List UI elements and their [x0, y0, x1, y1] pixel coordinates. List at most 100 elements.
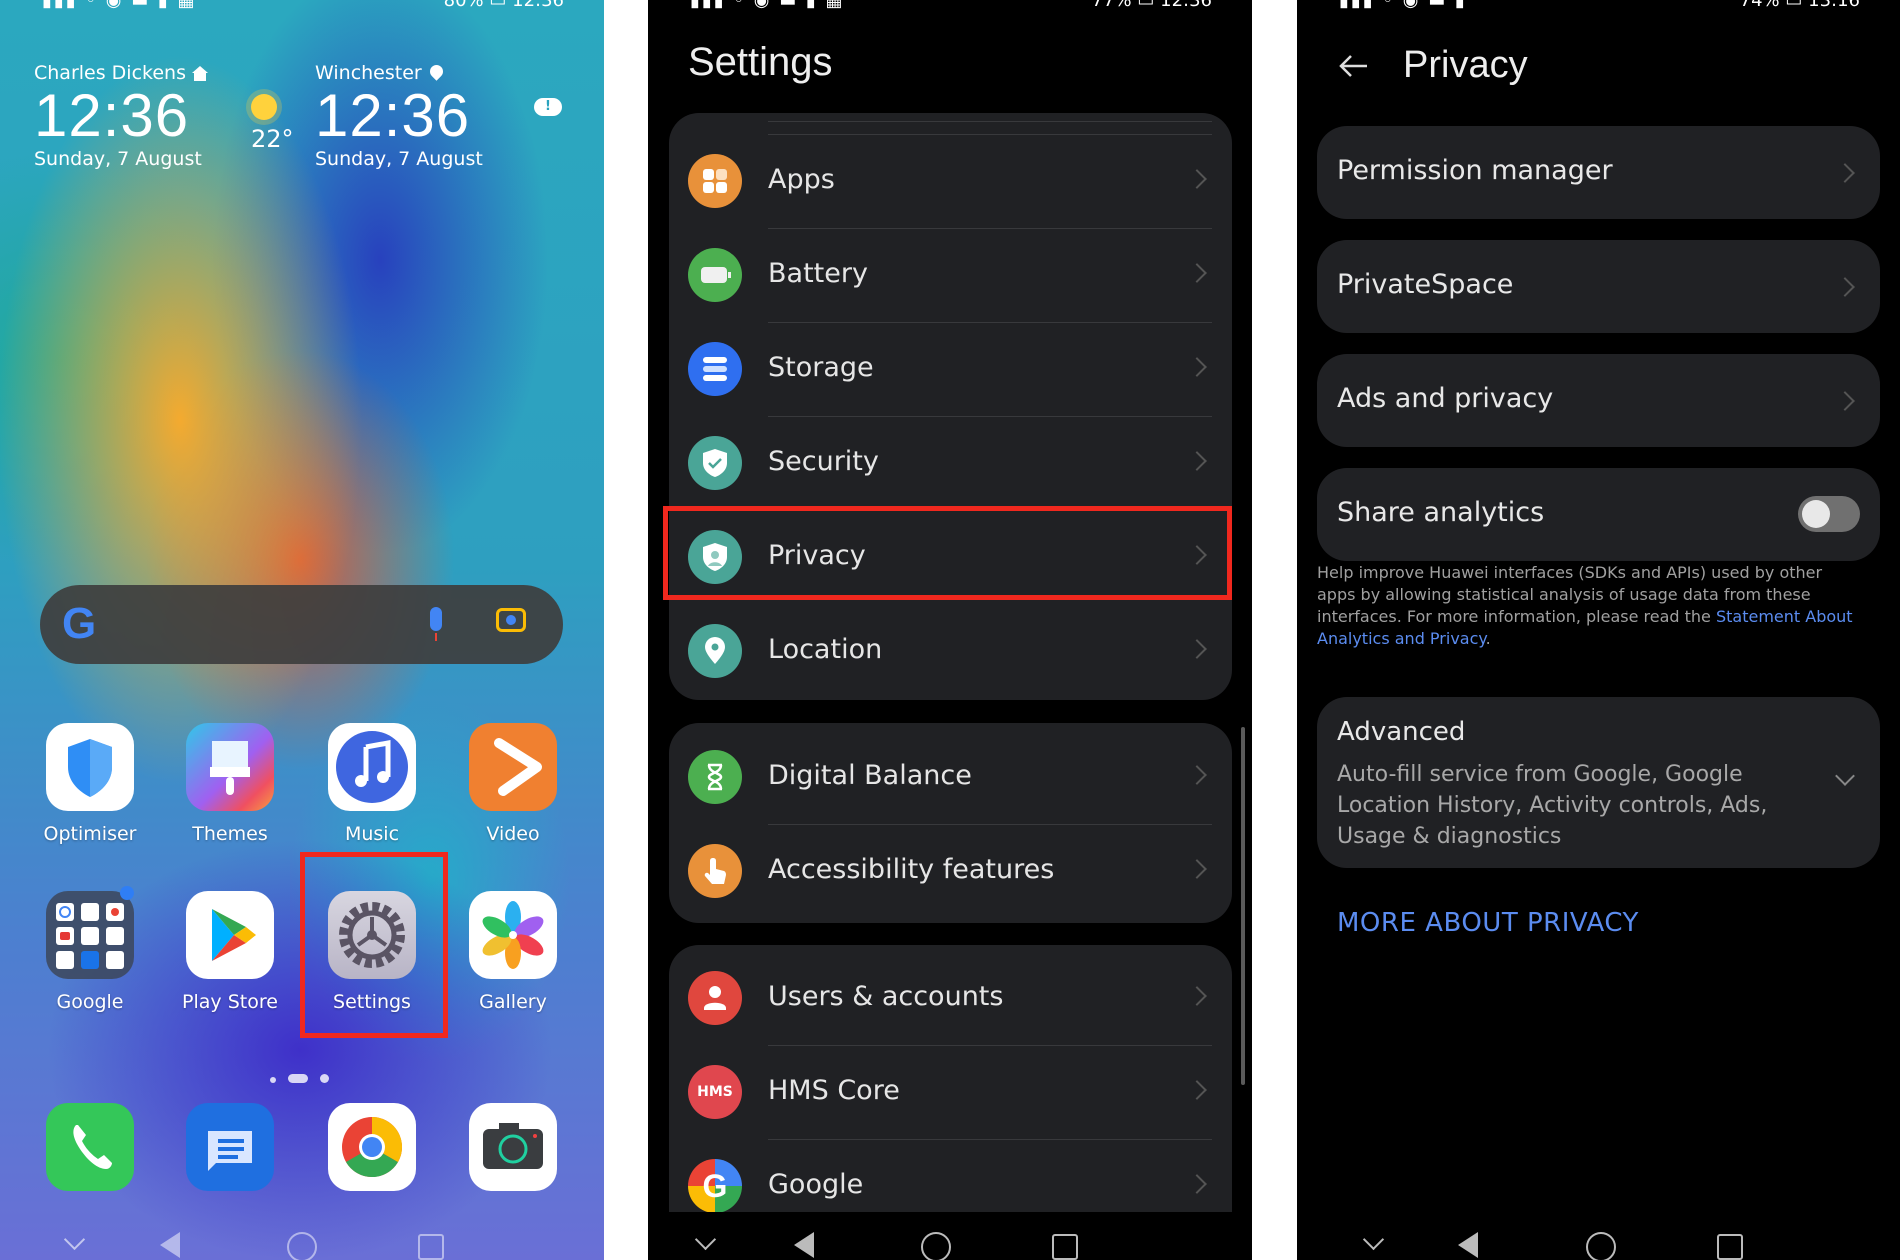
status-time: 12:36 [1160, 0, 1212, 11]
divider [768, 121, 1212, 122]
home-city-label: Charles Dickens [34, 62, 186, 84]
status-bar: ▮▮▮ ◦ ◉ ▬ ▮ ▦ 77% ▭ 12:36 [648, 0, 1252, 11]
chevron-right-icon [1187, 1080, 1207, 1100]
back-arrow-icon[interactable] [1337, 50, 1369, 82]
home-city: Charles Dickens [34, 62, 208, 84]
mic-icon[interactable] [430, 607, 442, 641]
page-dot [320, 1074, 329, 1083]
hms-icon: HMS [688, 1065, 742, 1119]
app-label: Video [486, 823, 540, 845]
item-label: Storage [768, 352, 874, 383]
app-gallery[interactable]: Gallery [453, 891, 573, 1013]
shield-check-icon [688, 436, 742, 490]
user-icon [688, 971, 742, 1025]
help-suffix: . [1485, 629, 1491, 648]
share-analytics-toggle[interactable] [1798, 496, 1860, 532]
settings-item-security[interactable]: Security [669, 416, 1232, 510]
privacy-item-privatespace[interactable]: PrivateSpace [1317, 240, 1880, 333]
status-right: 80% ▭ 12:36 [444, 0, 564, 11]
battery-icon [688, 248, 742, 302]
status-right: 74% ▭ 13:16 [1740, 0, 1860, 11]
divider [768, 322, 1212, 323]
privacy-item-ads-and-privacy[interactable]: Ads and privacy [1317, 354, 1880, 447]
privacy-item-permission-manager[interactable]: Permission manager [1317, 126, 1880, 219]
advanced-section[interactable]: Advanced Auto-fill service from Google, … [1317, 697, 1880, 868]
flower-icon [469, 891, 557, 979]
divider [768, 416, 1212, 417]
remote-date: Sunday, 7 August [315, 148, 483, 170]
chevron-right-icon [1187, 263, 1207, 283]
chevron-right-icon [1187, 639, 1207, 659]
signal-icons: ▮▮▮ ◦ ◉ ▬ ▮ ▦ [690, 0, 845, 11]
settings-item-apps[interactable]: Apps [669, 134, 1232, 228]
more-about-privacy-link[interactable]: MORE ABOUT PRIVACY [1337, 908, 1639, 938]
nav-collapse-icon[interactable] [1362, 1228, 1385, 1251]
settings-item-location[interactable]: Location [669, 604, 1232, 698]
paintbrush-icon [186, 723, 274, 811]
chevron-down-icon [1835, 766, 1855, 786]
nav-collapse-icon[interactable] [694, 1228, 717, 1251]
app-google-folder[interactable]: Google [30, 891, 150, 1013]
app-themes[interactable]: Themes [170, 723, 290, 845]
play-icon [469, 723, 557, 811]
partial-row [669, 113, 1232, 131]
settings-group-3: Users & accounts HMS HMS Core G Google [669, 945, 1232, 1212]
remote-clock-widget[interactable]: Winchester 12:36 Sunday, 7 August [315, 62, 483, 170]
dock-chrome[interactable] [312, 1103, 432, 1191]
cloud-alert-icon[interactable]: ! [534, 98, 562, 116]
scrollbar[interactable] [1241, 727, 1245, 1085]
status-time: 12:36 [512, 0, 564, 11]
item-label: Location [768, 634, 883, 665]
item-label: Battery [768, 258, 868, 289]
app-video[interactable]: Video [453, 723, 573, 845]
dock-phone[interactable] [30, 1103, 150, 1191]
nav-collapse-icon[interactable] [63, 1228, 86, 1251]
nav-home-icon[interactable] [287, 1232, 317, 1260]
location-icon [688, 624, 742, 678]
settings-item-hms-core[interactable]: HMS HMS Core [669, 1045, 1232, 1139]
settings-item-storage[interactable]: Storage [669, 322, 1232, 416]
nav-back-icon[interactable] [160, 1232, 180, 1258]
toggle-knob [1802, 500, 1830, 528]
message-icon [186, 1103, 274, 1191]
nav-home-icon[interactable] [921, 1232, 951, 1260]
nav-recents-icon[interactable] [418, 1234, 444, 1260]
signal-icons: ▮▮▮ ◦ ◉ ▬ ▮ ▦ [42, 0, 197, 11]
item-label: Apps [768, 164, 835, 195]
item-label: Users & accounts [768, 981, 1004, 1012]
settings-item-digital-balance[interactable]: Digital Balance [669, 730, 1232, 824]
app-label: Music [344, 823, 400, 845]
settings-item-users-accounts[interactable]: Users & accounts [669, 951, 1232, 1045]
google-icon: G [688, 1159, 742, 1212]
nav-home-icon[interactable] [1586, 1232, 1616, 1260]
music-note-icon [328, 723, 416, 811]
chevron-right-icon [1187, 451, 1207, 471]
share-analytics-row: Share analytics [1317, 468, 1880, 561]
advanced-label: Advanced [1337, 717, 1466, 747]
chevron-right-icon [1187, 169, 1207, 189]
lens-icon[interactable] [496, 608, 526, 632]
sun-icon [251, 94, 277, 120]
highlight-privacy-item [663, 506, 1232, 600]
battery-level: 80% [443, 0, 484, 11]
settings-item-accessibility[interactable]: Accessibility features [669, 824, 1232, 918]
nav-recents-icon[interactable] [1052, 1234, 1078, 1260]
app-optimiser[interactable]: Optimiser [30, 723, 150, 845]
settings-item-battery[interactable]: Battery [669, 228, 1232, 322]
dock-messages[interactable] [170, 1103, 290, 1191]
home-clock-widget[interactable]: Charles Dickens 12:36 Sunday, 7 August [34, 62, 208, 170]
settings-item-google[interactable]: G Google [669, 1139, 1232, 1212]
app-music[interactable]: Music [312, 723, 432, 845]
folder-icon [46, 891, 134, 979]
app-label: Themes [192, 823, 268, 845]
google-search-bar[interactable]: G [40, 585, 563, 664]
app-play-store[interactable]: Play Store [170, 891, 290, 1013]
nav-back-icon[interactable] [1458, 1232, 1478, 1258]
nav-recents-icon[interactable] [1717, 1234, 1743, 1260]
nav-back-icon[interactable] [794, 1232, 814, 1258]
privacy-screen: ▮▮▮ ◦ ◉ ▬ ▮ 74% ▭ 13:16 Privacy Permissi… [1297, 0, 1900, 1260]
item-label: HMS Core [768, 1075, 900, 1106]
dock-camera[interactable] [453, 1103, 573, 1191]
divider [768, 1045, 1212, 1046]
chevron-right-icon [1187, 1174, 1207, 1194]
